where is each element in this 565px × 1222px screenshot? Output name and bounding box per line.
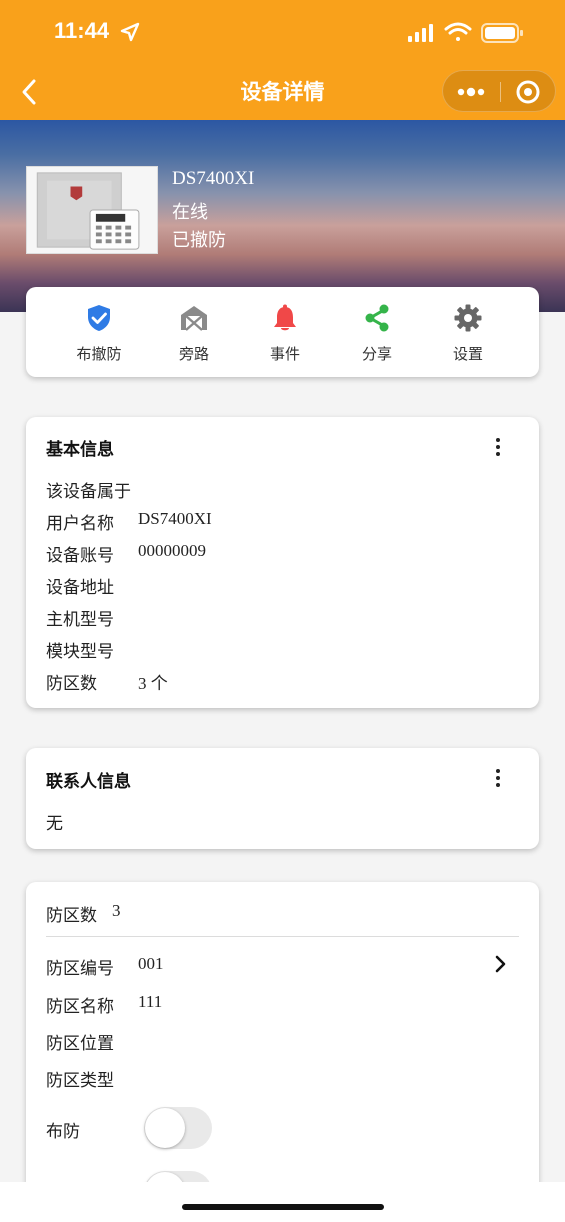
- basic-info-title: 基本信息: [46, 440, 114, 460]
- close-miniprogram-button[interactable]: [501, 71, 557, 113]
- status-time: 11:44: [54, 18, 110, 43]
- zone-name-value: 111: [138, 992, 163, 1011]
- zone-location-label: 防区位置: [46, 1034, 114, 1054]
- row-zone-count-value: 3 个: [138, 674, 168, 693]
- device-name: DS7400XI: [172, 168, 255, 189]
- zone-number-label: 防区编号: [46, 959, 114, 979]
- zone-name-label: 防区名称: [46, 997, 114, 1017]
- events-label: 事件: [269, 345, 300, 363]
- bottom-safe-area: [0, 1182, 565, 1222]
- bypass-button[interactable]: 旁路: [148, 287, 240, 377]
- contact-info-value: 无: [46, 814, 63, 834]
- row-owner-label: 该设备属于: [46, 482, 131, 502]
- bypass-label: 旁路: [178, 345, 209, 363]
- row-host-model-label: 主机型号: [46, 610, 114, 630]
- wifi-icon: [444, 22, 472, 41]
- share-label: 分享: [361, 345, 392, 363]
- row-username-label: 用户名称: [46, 514, 114, 534]
- settings-label: 设置: [452, 345, 483, 363]
- chevron-right-icon[interactable]: [490, 954, 510, 974]
- share-icon: [365, 304, 389, 332]
- row-username-value: DS7400XI: [138, 509, 212, 528]
- contact-info-card: 联系人信息 无: [26, 748, 539, 849]
- zones-count-value: 3: [112, 901, 121, 920]
- row-account-label: 设备账号: [46, 546, 114, 566]
- bell-icon: [274, 304, 296, 331]
- basic-info-card: 基本信息 该设备属于 用户名称 DS7400XI 设备账号 00000009 设…: [26, 417, 539, 708]
- zone-number-value: 001: [138, 954, 164, 973]
- settings-button[interactable]: 设置: [422, 287, 514, 377]
- more-dots-button[interactable]: [443, 71, 500, 113]
- home-indicator[interactable]: [182, 1204, 384, 1210]
- status-icons: [408, 22, 523, 43]
- house-bypass-icon: [181, 306, 207, 331]
- row-account-value: 00000009: [138, 541, 206, 560]
- device-image: [26, 166, 158, 254]
- row-zone-count-label: 防区数: [46, 674, 97, 694]
- device-online-status: 在线: [172, 202, 208, 223]
- gear-icon: [454, 304, 482, 332]
- action-bar: 布撤防 旁路 事件 分享 设置: [26, 287, 539, 377]
- device-arm-state: 已撤防: [172, 230, 226, 251]
- arm-disarm-label: 布撤防: [76, 345, 122, 363]
- zones-divider: [46, 936, 519, 937]
- arm-disarm-button[interactable]: 布撤防: [53, 287, 145, 377]
- basic-info-more-icon[interactable]: [488, 435, 508, 459]
- contact-info-more-icon[interactable]: [488, 766, 508, 790]
- zones-count-label: 防区数: [46, 906, 97, 926]
- row-module-model-label: 模块型号: [46, 642, 114, 662]
- events-button[interactable]: 事件: [239, 287, 331, 377]
- zones-card: 防区数 3 防区编号 001 防区名称 111 防区位置 防区类型 布防: [26, 882, 539, 1213]
- arm-toggle[interactable]: [144, 1107, 212, 1149]
- zone-type-label: 防区类型: [46, 1071, 114, 1091]
- contact-info-title: 联系人信息: [46, 772, 131, 792]
- arm-toggle-label: 布防: [46, 1122, 80, 1142]
- row-address-label: 设备地址: [46, 578, 114, 598]
- share-button[interactable]: 分享: [331, 287, 423, 377]
- location-arrow-icon: [120, 22, 140, 42]
- signal-icon: [408, 24, 433, 42]
- battery-icon: [481, 23, 523, 43]
- miniprogram-capsule: [442, 70, 556, 112]
- shield-check-icon: [88, 305, 110, 331]
